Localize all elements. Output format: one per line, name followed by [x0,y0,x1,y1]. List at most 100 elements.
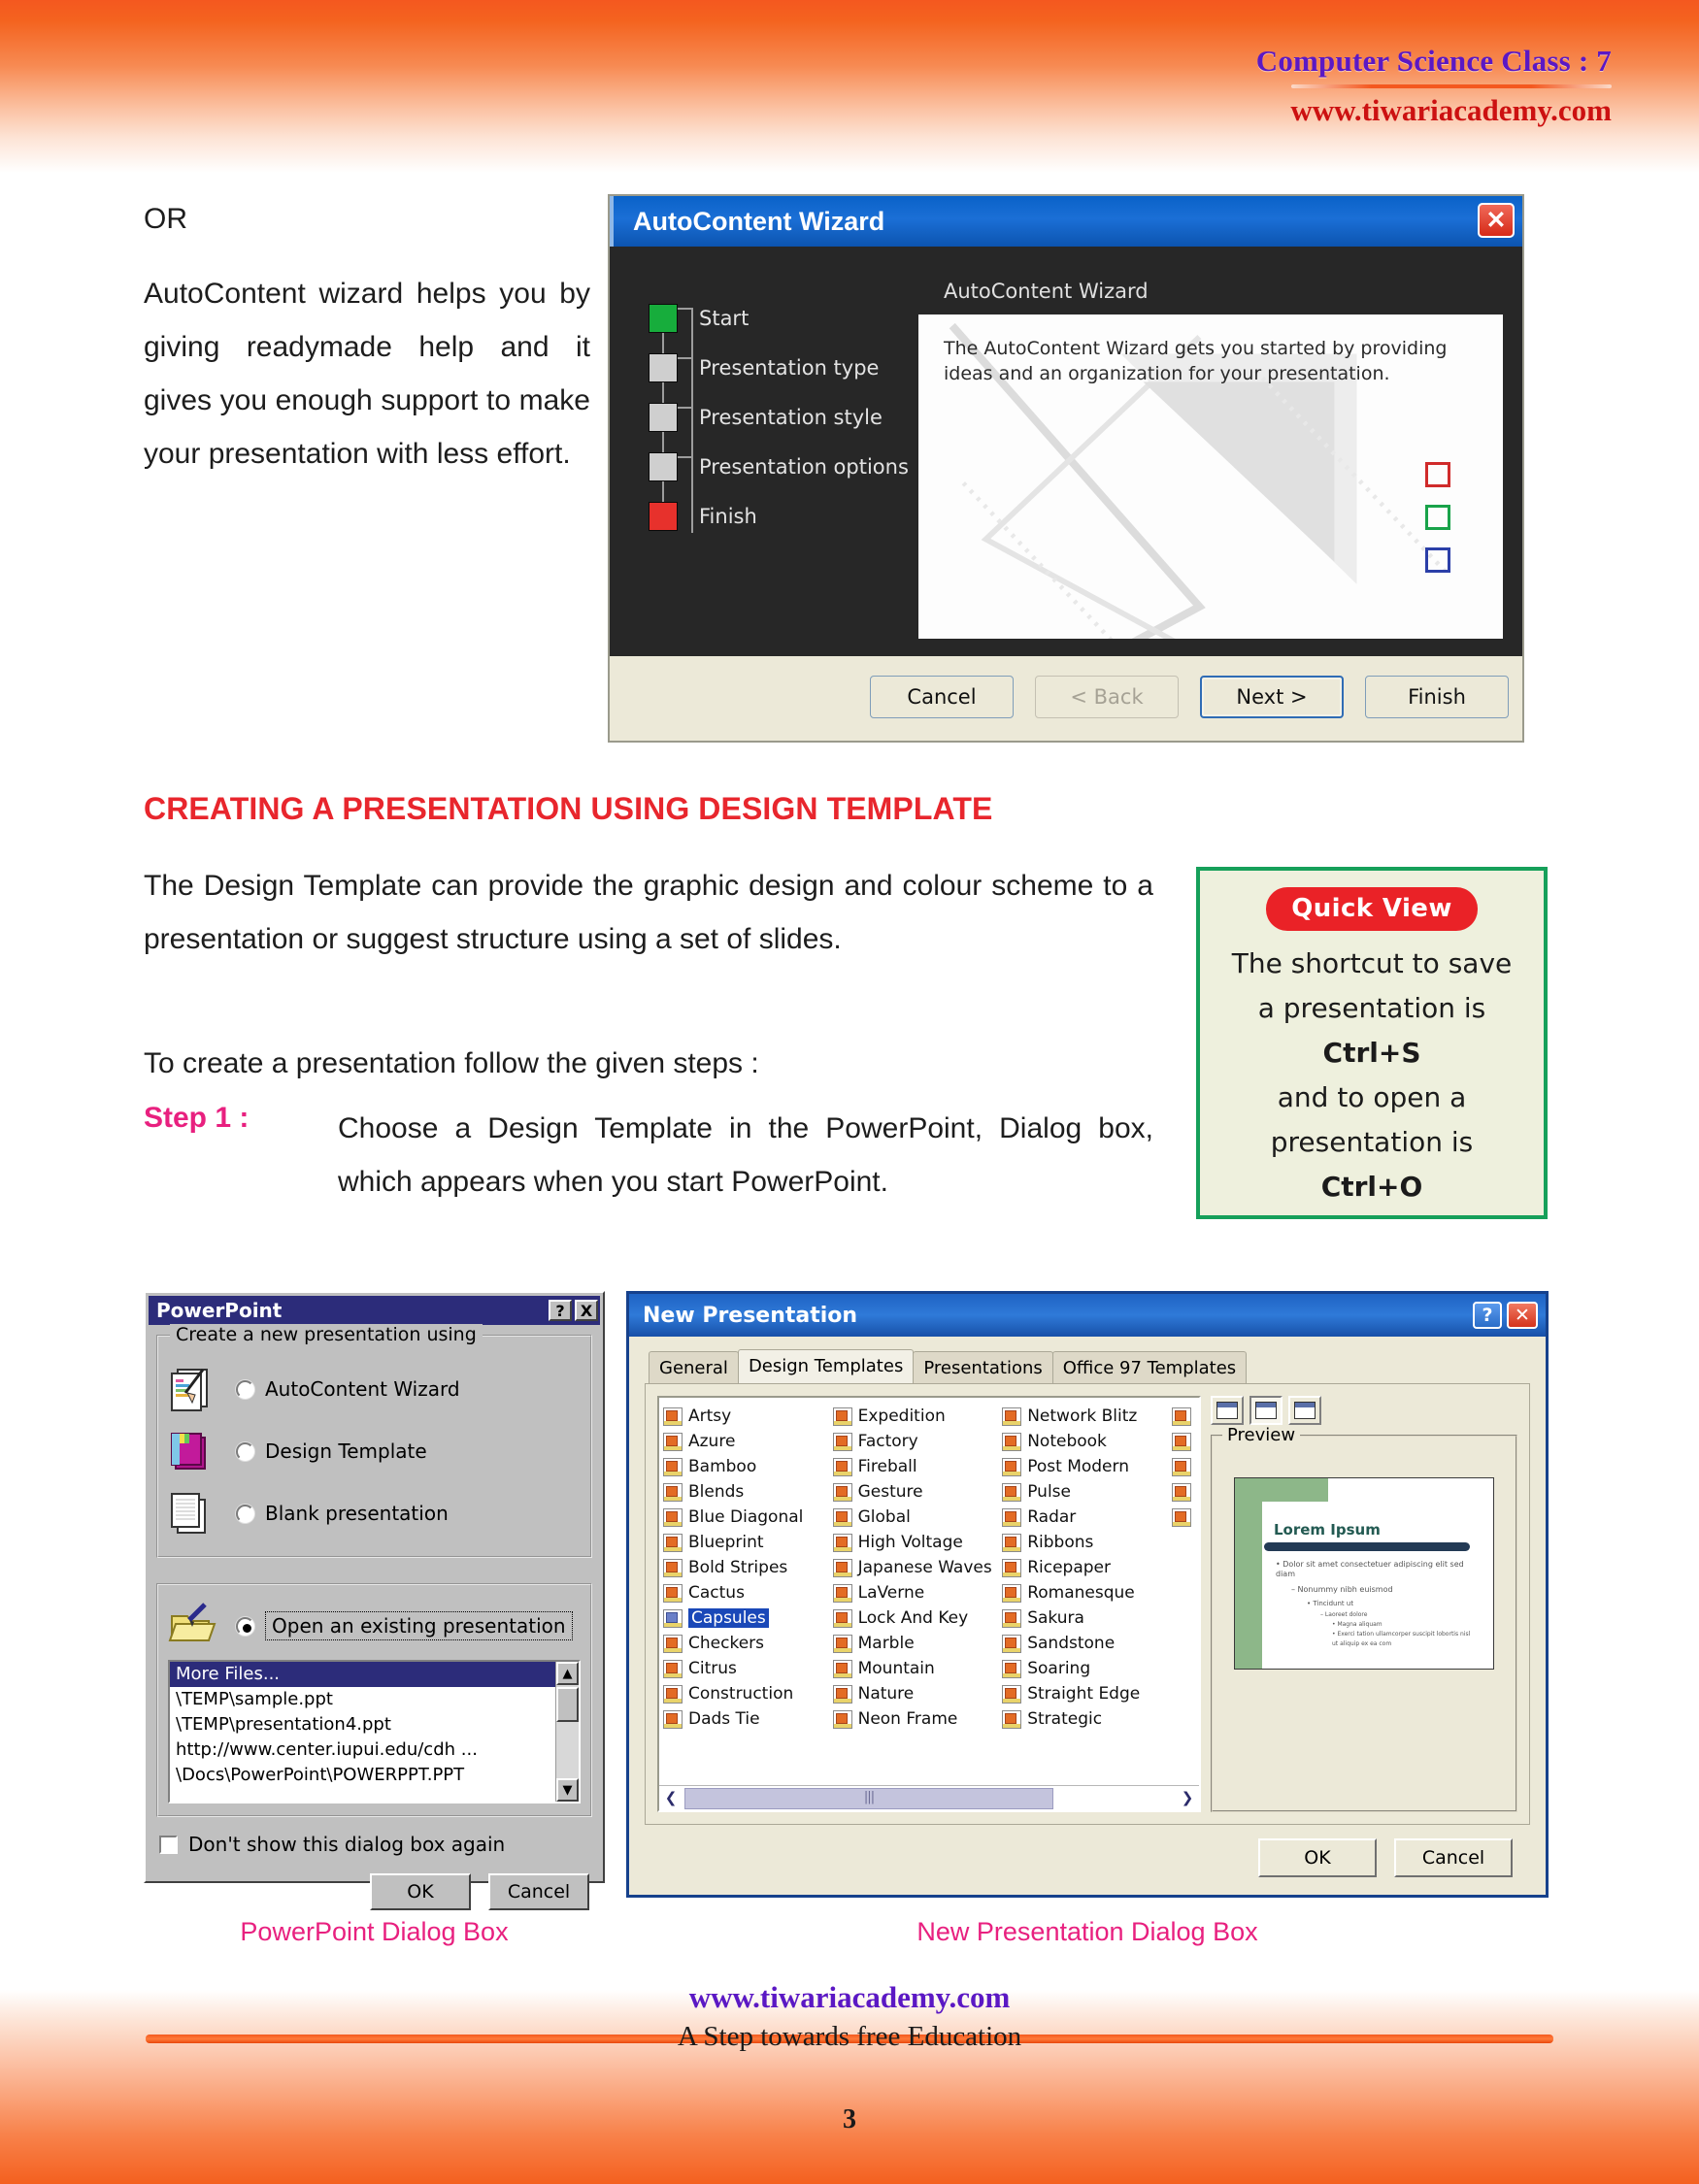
tab-design-templates[interactable]: Design Templates [737,1349,915,1383]
option-blank-presentation[interactable]: Blank presentation [168,1482,581,1544]
large-icons-view-icon[interactable] [1288,1396,1321,1425]
option-autocontent-wizard[interactable]: AutoContent Wizard [168,1358,581,1420]
template-list-item[interactable]: Blends [663,1479,833,1505]
template-list-item[interactable]: Blue Diagonal [663,1505,833,1530]
template-list-item[interactable]: Japanese Waves [832,1555,1003,1580]
template-list-item[interactable]: Nature [832,1681,1003,1706]
ok-button[interactable]: OK [370,1873,471,1910]
template-list-item[interactable]: Blueprint [663,1530,833,1555]
open-existing-row[interactable]: Open an existing presentation [168,1601,581,1651]
radio-open-existing[interactable] [236,1616,254,1636]
scrollbar-thumb[interactable] [556,1687,579,1722]
close-icon[interactable]: ✕ [1478,203,1515,238]
template-list-item[interactable]: Artsy [663,1404,833,1429]
template-list-item[interactable]: Lock And Key [832,1605,1003,1631]
template-list-item[interactable]: Checkers [663,1631,833,1656]
template-list-item[interactable]: Mountain [832,1656,1003,1681]
template-list-item[interactable]: Capsules [663,1605,833,1631]
template-list-item[interactable]: Soaring [1002,1656,1172,1681]
option-design-template[interactable]: Design Template [168,1420,581,1482]
template-list-item[interactable]: Marble [832,1631,1003,1656]
template-list-item[interactable]: Neon Frame [832,1706,1003,1732]
template-file-icon [663,1432,683,1451]
template-list-item[interactable] [1171,1454,1199,1479]
template-list-item[interactable]: Azure [663,1429,833,1454]
powerpoint-dialog[interactable]: PowerPoint ? X Create a new presentation… [144,1291,605,1910]
list-item[interactable]: http://www.center.iupui.edu/cdh ... [170,1737,555,1763]
template-list-item[interactable]: Bamboo [663,1454,833,1479]
template-list-item[interactable]: Global [832,1505,1003,1530]
help-icon[interactable]: ? [1473,1302,1502,1329]
checkbox-dont-show-again[interactable] [159,1835,178,1854]
tab-office-97-templates[interactable]: Office 97 Templates [1051,1351,1248,1383]
template-list-item[interactable]: Bold Stripes [663,1555,833,1580]
template-list-item[interactable]: High Voltage [832,1530,1003,1555]
template-list-item[interactable]: Sandstone [1002,1631,1172,1656]
template-list-item[interactable]: LaVerne [832,1580,1003,1605]
wizard-step-presentation-options[interactable]: Presentation options [649,442,918,491]
ok-button[interactable]: OK [1258,1838,1377,1877]
autocontent-wizard-dialog[interactable]: AutoContent Wizard ✕ Start Presentation … [608,194,1524,743]
file-list-scrollbar[interactable]: ▲ ▼ [555,1662,579,1802]
template-horizontal-scrollbar[interactable]: ❮ ❯ [659,1785,1199,1810]
template-list-item[interactable] [1171,1404,1199,1429]
list-item[interactable]: \TEMP\sample.ppt [170,1687,555,1712]
template-list-item[interactable]: Straight Edge [1002,1681,1172,1706]
wizard-step-presentation-style[interactable]: Presentation style [649,392,918,442]
template-list-item[interactable]: Construction [663,1681,833,1706]
template-list-item[interactable]: Ricepaper [1002,1555,1172,1580]
template-list-item[interactable]: Network Blitz [1002,1404,1172,1429]
help-icon[interactable]: ? [549,1300,572,1321]
radio-autocontent-wizard[interactable] [236,1379,254,1399]
list-item[interactable]: \Docs\PowerPoint\POWERPPT.PPT [170,1763,555,1788]
scroll-up-icon[interactable]: ▲ [556,1662,579,1685]
cancel-button[interactable]: Cancel [488,1873,589,1910]
next-button[interactable]: Next > [1200,675,1344,718]
new-presentation-dialog[interactable]: New Presentation ? ✕ General Design Temp… [626,1291,1549,1898]
radio-blank-presentation[interactable] [236,1504,254,1523]
template-list-item[interactable]: Factory [832,1429,1003,1454]
template-list-item[interactable] [1171,1479,1199,1505]
template-list-item[interactable]: Dads Tie [663,1706,833,1732]
template-list-item[interactable]: Notebook [1002,1429,1172,1454]
wizard-step-finish[interactable]: Finish [649,491,918,541]
scrollbar-thumb[interactable] [684,1787,1053,1809]
template-list-item[interactable]: Pulse [1002,1479,1172,1505]
template-list-item[interactable]: Radar [1002,1505,1172,1530]
template-list-item[interactable] [1171,1429,1199,1454]
dont-show-again-row[interactable]: Don't show this dialog box again [159,1833,603,1856]
template-list-item[interactable] [1171,1505,1199,1530]
template-list-box[interactable]: Artsy Azure Bamboo Blends Blue Diagonal Bluep… [657,1396,1201,1812]
tab-general[interactable]: General [649,1351,739,1383]
template-list-item[interactable]: Cactus [663,1580,833,1605]
template-list-item[interactable]: Post Modern [1002,1454,1172,1479]
scroll-right-icon[interactable]: ❯ [1176,1787,1199,1810]
cancel-button[interactable]: Cancel [1394,1838,1513,1877]
radio-design-template[interactable] [236,1441,254,1461]
step-chip-icon [649,451,678,481]
template-list-item[interactable]: Fireball [832,1454,1003,1479]
scrollbar-track[interactable] [683,1787,1176,1809]
template-list-item[interactable]: Ribbons [1002,1530,1172,1555]
template-list-item[interactable]: Citrus [663,1656,833,1681]
back-button[interactable]: < Back [1035,675,1179,718]
template-list-item[interactable]: Romanesque [1002,1580,1172,1605]
list-view-icon[interactable] [1211,1396,1244,1425]
wizard-step-presentation-type[interactable]: Presentation type [649,343,918,392]
scroll-down-icon[interactable]: ▼ [556,1778,579,1802]
list-item[interactable]: \TEMP\presentation4.ppt [170,1712,555,1737]
template-list-item[interactable]: Sakura [1002,1605,1172,1631]
cancel-button[interactable]: Cancel [870,675,1014,718]
details-view-icon[interactable] [1249,1396,1283,1425]
template-list-item[interactable]: Gesture [832,1479,1003,1505]
close-icon[interactable]: ✕ [1507,1302,1538,1329]
finish-button[interactable]: Finish [1365,675,1509,718]
close-icon[interactable]: X [575,1300,598,1321]
list-item[interactable]: More Files... [170,1662,555,1687]
scroll-left-icon[interactable]: ❮ [659,1787,683,1810]
wizard-step-start[interactable]: Start [649,293,918,343]
template-list-item[interactable]: Expedition [832,1404,1003,1429]
tab-presentations[interactable]: Presentations [913,1351,1053,1383]
template-list-item[interactable]: Strategic [1002,1706,1172,1732]
recent-files-list[interactable]: More Files... \TEMP\sample.ppt \TEMP\pre… [168,1660,581,1803]
